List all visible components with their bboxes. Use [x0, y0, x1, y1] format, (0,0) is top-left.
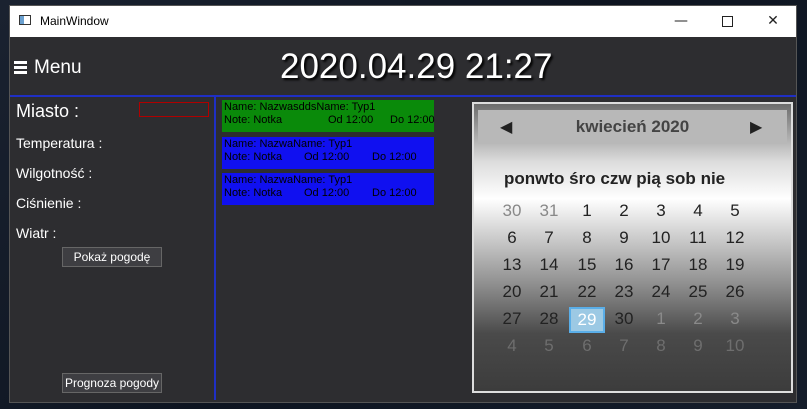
minimize-button[interactable]: — — [658, 6, 704, 37]
calendar-day[interactable]: 15 — [570, 255, 604, 275]
calendar[interactable]: ◀ kwiecień 2020 ▶ ponwto śro czw pią sob… — [472, 102, 793, 393]
weather-panel: Miasto : Temperatura : Wilgotność : Ciśn… — [10, 97, 216, 400]
calendar-day[interactable]: 6 — [495, 228, 529, 248]
calendar-day[interactable]: 10 — [644, 228, 678, 248]
menu-label: Menu — [34, 57, 82, 78]
menu-button[interactable]: Menu — [14, 57, 82, 79]
hamburger-icon — [14, 59, 27, 76]
note-item[interactable]: Name: NazwaName: Typ1 Note: Notka Od 12:… — [222, 173, 434, 205]
calendar-day[interactable]: 17 — [644, 255, 678, 275]
weekday-label: czw — [600, 169, 632, 188]
next-month-icon[interactable]: ▶ — [750, 117, 762, 136]
window-title: MainWindow — [40, 14, 109, 28]
calendar-day[interactable]: 4 — [495, 336, 529, 356]
calendar-day[interactable]: 19 — [718, 255, 752, 275]
calendar-day[interactable]: 21 — [532, 282, 566, 302]
calendar-day[interactable]: 8 — [570, 228, 604, 248]
note-name: Name: NazwaName: Typ1 — [224, 174, 353, 186]
calendar-day[interactable]: 26 — [718, 282, 752, 302]
calendar-day[interactable]: 10 — [718, 336, 752, 356]
app-icon — [19, 15, 31, 25]
temperature-label: Temperatura : — [16, 135, 103, 151]
city-label: Miasto : — [16, 101, 80, 121]
calendar-day[interactable]: 4 — [681, 201, 715, 221]
calendar-day[interactable]: 3 — [718, 309, 752, 329]
note-name: Name: NazwaName: Typ1 — [224, 138, 353, 150]
forecast-button[interactable]: Prognoza pogody — [62, 373, 162, 393]
calendar-day[interactable]: 2 — [681, 309, 715, 329]
pressure-label: Ciśnienie : — [16, 195, 82, 211]
weekday-label: pią — [636, 169, 661, 188]
note-from: Od 12:00 — [328, 114, 374, 126]
maximize-button[interactable] — [704, 6, 750, 37]
weekday-label: pon — [504, 169, 536, 188]
note-name: Name: NazwasddsName: Typ1 — [224, 101, 376, 113]
calendar-day[interactable]: 5 — [718, 201, 752, 221]
calendar-day[interactable]: 7 — [532, 228, 566, 248]
humidity-label: Wilgotność : — [16, 165, 93, 181]
calendar-day[interactable]: 31 — [532, 201, 566, 221]
note-text: Note: Notka — [224, 187, 283, 199]
weekday-header: ponwto śro czw pią sob nie — [504, 169, 725, 189]
close-button[interactable]: ✕ — [750, 6, 796, 37]
calendar-day[interactable]: 1 — [570, 201, 604, 221]
calendar-day[interactable]: 14 — [532, 255, 566, 275]
note-to: Do 12:00 — [390, 114, 435, 126]
city-input[interactable] — [139, 102, 209, 117]
calendar-day[interactable]: 8 — [644, 336, 678, 356]
note-text: Note: Notka — [224, 114, 283, 126]
main-window: MainWindow — ✕ Menu 2020.04.29 21:27 Mia… — [9, 5, 797, 403]
note-to: Do 12:00 — [372, 151, 417, 163]
calendar-month-title[interactable]: kwiecień 2020 — [478, 117, 787, 137]
calendar-day[interactable]: 3 — [644, 201, 678, 221]
weekday-label: nie — [700, 169, 726, 188]
calendar-day[interactable]: 9 — [681, 336, 715, 356]
show-weather-button[interactable]: Pokaż pogodę — [62, 247, 162, 267]
calendar-day[interactable]: 6 — [570, 336, 604, 356]
note-item[interactable]: Name: NazwasddsName: Typ1 Note: Notka Od… — [222, 100, 435, 132]
note-from: Od 12:00 — [304, 151, 350, 163]
calendar-day[interactable]: 2 — [607, 201, 641, 221]
datetime-display: 2020.04.29 21:27 — [280, 47, 553, 86]
note-item[interactable]: Name: NazwaName: Typ1 Note: Notka Od 12:… — [222, 137, 434, 169]
weekday-label: śro — [569, 169, 596, 188]
calendar-day[interactable]: 20 — [495, 282, 529, 302]
calendar-day-selected[interactable]: 29 — [569, 307, 605, 333]
calendar-day[interactable]: 30 — [495, 201, 529, 221]
calendar-day[interactable]: 23 — [607, 282, 641, 302]
calendar-day[interactable]: 16 — [607, 255, 641, 275]
calendar-day[interactable]: 30 — [607, 309, 641, 329]
header-bar: Menu 2020.04.29 21:27 — [10, 37, 796, 97]
calendar-day[interactable]: 12 — [718, 228, 752, 248]
note-from: Od 12:00 — [304, 187, 350, 199]
calendar-day[interactable]: 24 — [644, 282, 678, 302]
calendar-day[interactable]: 9 — [607, 228, 641, 248]
title-bar: MainWindow — ✕ — [10, 6, 796, 37]
calendar-day[interactable]: 22 — [570, 282, 604, 302]
calendar-day[interactable]: 27 — [495, 309, 529, 329]
weekday-label: wto — [535, 169, 565, 188]
maximize-icon — [721, 15, 733, 27]
calendar-day[interactable]: 13 — [495, 255, 529, 275]
calendar-day[interactable]: 25 — [681, 282, 715, 302]
calendar-day[interactable]: 28 — [532, 309, 566, 329]
calendar-day[interactable]: 1 — [644, 309, 678, 329]
calendar-day[interactable]: 18 — [681, 255, 715, 275]
calendar-day[interactable]: 5 — [532, 336, 566, 356]
note-to: Do 12:00 — [372, 187, 417, 199]
weekday-label: sob — [665, 169, 696, 188]
calendar-day[interactable]: 7 — [607, 336, 641, 356]
wind-label: Wiatr : — [16, 225, 57, 241]
calendar-day[interactable]: 11 — [681, 228, 715, 248]
note-text: Note: Notka — [224, 151, 283, 163]
calendar-header: ◀ kwiecień 2020 ▶ — [478, 110, 787, 144]
